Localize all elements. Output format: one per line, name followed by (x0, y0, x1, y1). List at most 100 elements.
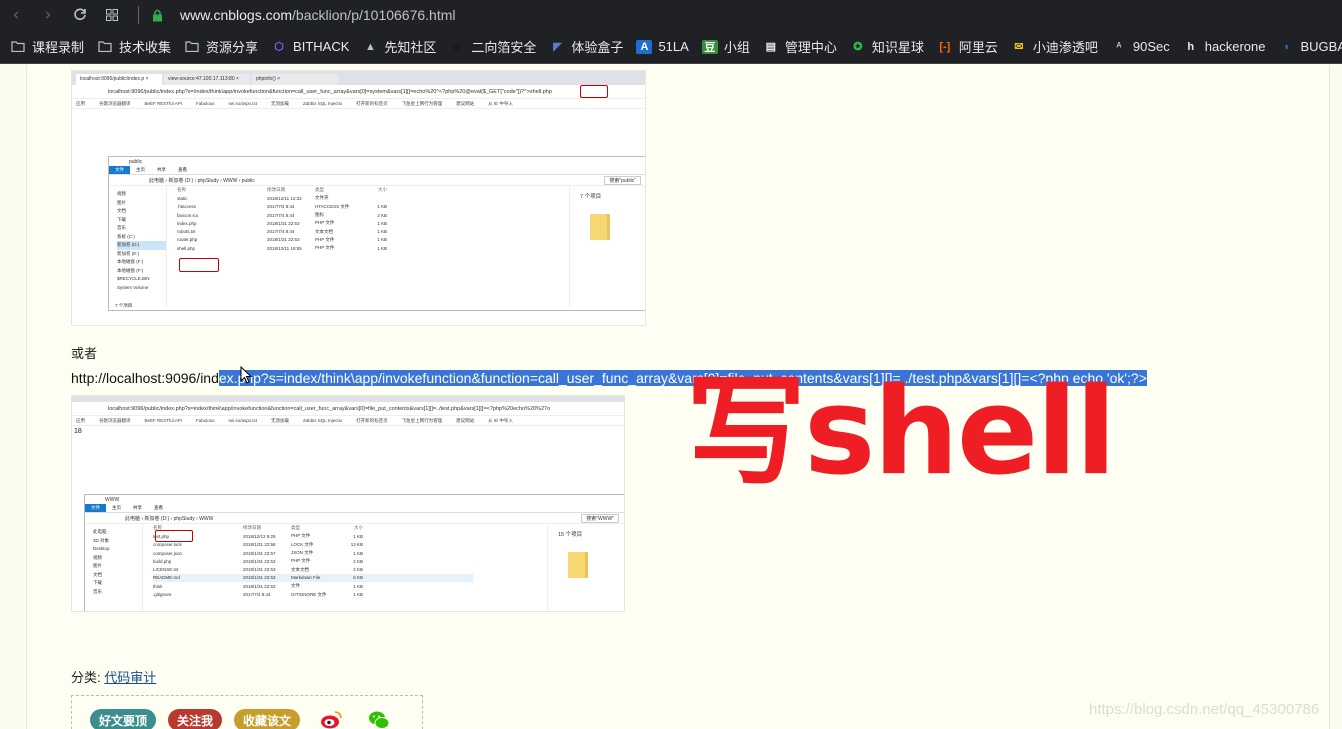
bookmark-14[interactable]: h hackerone (1183, 39, 1265, 54)
file-row[interactable]: test.php 2018/12/12 9:29 PHP 文件 1 KB (153, 532, 473, 540)
bookmark-7[interactable]: A 51LA (636, 39, 689, 54)
category-link[interactable]: 代码审计 (104, 670, 156, 685)
follow-button[interactable]: 关注我 (168, 709, 222, 729)
bookmark-1[interactable]: 技术收集 (97, 37, 171, 56)
file-cell: index.php (177, 220, 197, 226)
file-row[interactable]: README.md 2018/1/31 22:53 Markdown File 6 K… (153, 573, 473, 583)
page-icon: ▤ (765, 41, 777, 53)
explorer-file-list: 名称 修改日期 类型 大小 static 2018/12/11 12:32 文件夹 .htac… (177, 186, 497, 252)
file-cell: 2018/1/31 22:53 (243, 558, 276, 564)
file-cell: 2018/12/11 18:55 (267, 245, 302, 251)
file-cell: 2017/7/4 8:44 (267, 212, 295, 218)
item-count: 15 个项目 (558, 532, 583, 538)
mini-bookmarks: 应用 谷歌浏览器翻译 BeEF RESTful API Fabulous sei.so/… (72, 99, 645, 109)
toolbar-separator (138, 6, 139, 24)
xianzhi-icon: ▲ (364, 40, 376, 53)
file-row[interactable]: think 2018/1/31 22:53 文件 1 KB (153, 582, 473, 590)
tree-item: 系统 (C:) (117, 233, 135, 239)
bookmark-label: 先知社区 (384, 40, 437, 55)
folder-icon (10, 40, 26, 54)
file-row[interactable]: static 2018/12/11 12:32 文件夹 (177, 194, 497, 202)
file-cell: 2018/1/31 22:53 (243, 575, 276, 581)
file-cell: README.md (153, 575, 180, 581)
bugbank-icon: ◖ (1283, 40, 1290, 53)
file-row[interactable]: .htaccess 2017/7/4 8:44 HTACCESS 文件 1 KB (177, 203, 497, 211)
file-cell: 2018/1/31 22:53 (267, 237, 300, 243)
file-row[interactable]: .gitignore 2017/7/4 8:44 GITIGNORE 文件 1 KB (153, 590, 473, 598)
back-button[interactable]: ‹ (0, 0, 32, 30)
bookmark-label: BITHACK (293, 39, 350, 54)
explorer-path-text: 此电脑 › 新加卷 (D:) › phpStudy › WWW › public (149, 177, 255, 184)
file-cell: 2018/1/31 22:58 (243, 542, 276, 548)
aliyun-icon: [-] (939, 40, 951, 53)
bookmark-15[interactable]: ◖ BUGBANK (1278, 39, 1342, 54)
bookmark-11[interactable]: [-] 阿里云 (937, 37, 998, 56)
file-cell: favicon.ico (177, 212, 199, 218)
mini-bookmark: sei.so/aspx.txt (228, 101, 258, 106)
bookmark-2[interactable]: 资源分享 (184, 37, 258, 56)
file-cell: 2018/1/31 22:53 (267, 220, 300, 226)
address-bar[interactable]: www.cnblogs.com/backlion/p/10106676.html (150, 4, 456, 26)
file-cell: 2018/12/11 12:32 (267, 195, 302, 201)
mini-tab: phpinfo() × (252, 74, 338, 85)
share-box: 好文要顶 关注我 收藏该文 (71, 695, 423, 729)
shell-php-highlight-box (580, 85, 608, 98)
file-cell: 2 KB (353, 567, 363, 573)
explorer-tree: 此电脑 3D 对象 Desktop 视频 图片 文档 下载 音乐 (85, 524, 143, 611)
bookmark-13[interactable]: ᴬ 90Sec (1111, 39, 1170, 54)
bookmark-0[interactable]: 课程录制 (10, 37, 84, 56)
forward-button[interactable]: › (32, 0, 64, 30)
reload-button[interactable] (64, 0, 96, 30)
mini-bookmark: 谷歌浏览器翻译 (99, 417, 131, 423)
wechat-icon[interactable] (368, 710, 390, 729)
favorite-button[interactable]: 收藏该文 (234, 709, 300, 729)
bookmark-10[interactable]: ✪ 知识星球 (850, 37, 924, 56)
zhishixingqiu-icon: ✪ (853, 41, 863, 53)
tree-item: 视频 (117, 191, 126, 196)
url-path: /backlion/p/10106676.html (292, 7, 456, 23)
bookmark-label: 技术收集 (119, 40, 172, 55)
file-list-header: 名称 修改日期 类型 大小 (153, 524, 473, 532)
explorer-preview: 7 个项目 (569, 186, 645, 306)
file-row[interactable]: favicon.ico 2017/7/4 8:44 图标 2 KB (177, 211, 497, 219)
file-row[interactable]: robots.txt 2017/7/4 8:44 文本文档 1 KB (177, 227, 497, 235)
file-row[interactable]: build.php 2018/1/31 22:53 PHP 文件 2 KB (153, 557, 473, 565)
item-count: 7 个项目 (580, 194, 602, 200)
bookmark-9[interactable]: ▤ 管理中心 (763, 37, 837, 56)
right-gutter (1329, 65, 1342, 729)
bookmark-label: 二向箔安全 (471, 40, 537, 55)
article-page: localhost:9096/public/index.p × view-sou… (0, 65, 1342, 729)
xiaodi-icon: ✉ (1014, 41, 1024, 53)
file-row[interactable]: index.php 2018/1/31 22:53 PHP 文件 1 KB (177, 219, 497, 227)
file-row[interactable]: composer.json 2018/1/31 22:57 JSON 文件 1 KB (153, 549, 473, 557)
file-cell: 1 KB (377, 245, 387, 251)
bookmark-12[interactable]: ✉ 小迪渗透吧 (1011, 37, 1098, 56)
file-cell: 1 KB (353, 533, 363, 539)
bookmark-6[interactable]: ◤ 体验盒子 (549, 37, 623, 56)
recommend-button[interactable]: 好文要顶 (90, 709, 156, 729)
tree-item: 新加卷 (D:) (117, 241, 166, 250)
file-cell: 大小 (378, 187, 387, 193)
file-cell: 类型 (291, 525, 300, 531)
mini-bookmark: 无须加载 (271, 417, 290, 423)
test-file-highlight-box (155, 530, 193, 542)
file-row[interactable]: composer.lock 2018/1/31 22:58 LOCK 文件 13 KB (153, 541, 473, 549)
file-cell: 文件 (291, 583, 300, 589)
bookmarks-bar: 课程录制 技术收集 资源分享 ⬡ BITHACK ▲ 先知社区 ◉ 二向箔安全 ◤ 体验盒子 A 51L… (0, 30, 1342, 64)
mini-bookmark: Fabulous (196, 101, 215, 106)
file-cell: 2017/7/4 8:44 (243, 592, 271, 598)
file-explorer-public: public 文件 主页 共享 查看 此电脑 › 新加卷 (D:) › phpS… (108, 156, 645, 311)
bookmark-5[interactable]: ◉ 二向箔安全 (449, 37, 537, 56)
file-row[interactable]: router.php 2018/1/31 22:53 PHP 文件 1 KB (177, 236, 497, 244)
apps-button[interactable] (96, 0, 128, 30)
mini-tab: view-source:47.100.17.113:80 × (164, 74, 250, 85)
bookmark-label: 体验盒子 (571, 40, 624, 55)
bookmark-label: 课程录制 (32, 40, 85, 55)
file-row[interactable]: shell.php 2018/12/11 18:55 PHP 文件 1 KB (177, 244, 497, 252)
bookmark-3[interactable]: ⬡ BITHACK (271, 39, 349, 54)
bookmark-4[interactable]: ▲ 先知社区 (362, 37, 436, 56)
bookmark-8[interactable]: 豆小组 (701, 37, 750, 56)
file-row[interactable]: LICENSE.txt 2018/1/31 22:53 文本文档 2 KB (153, 565, 473, 573)
weibo-icon[interactable] (320, 710, 342, 729)
file-cell: build.php (153, 558, 172, 564)
